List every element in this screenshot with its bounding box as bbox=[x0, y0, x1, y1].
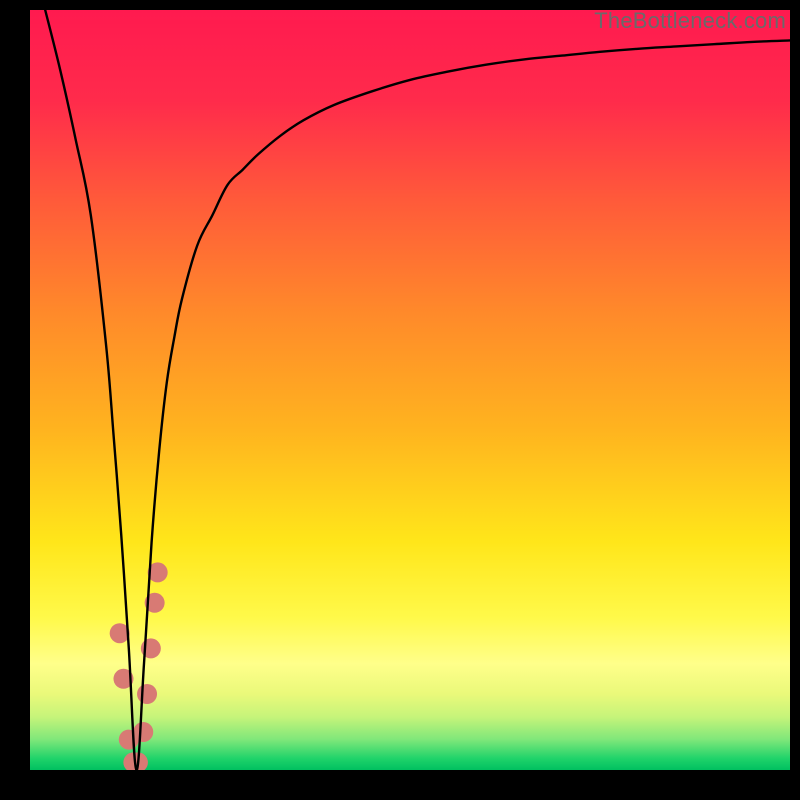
marker-dot bbox=[133, 722, 153, 742]
plot-area bbox=[30, 10, 790, 770]
curve-layer bbox=[30, 10, 790, 770]
watermark-text: TheBottleneck.com bbox=[594, 8, 786, 34]
marker-dot bbox=[137, 684, 157, 704]
chart-container: TheBottleneck.com bbox=[0, 0, 800, 800]
